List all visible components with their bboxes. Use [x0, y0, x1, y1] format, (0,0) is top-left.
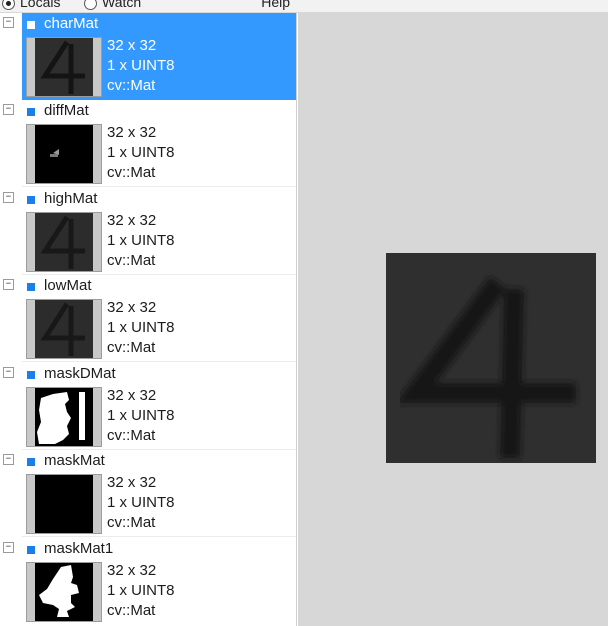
matrix-size: 32 x 32 [107, 474, 157, 491]
matrix-size: 32 x 32 [107, 212, 157, 229]
help-menu[interactable]: Help [261, 0, 290, 10]
image-thumbnail[interactable] [26, 37, 102, 97]
matrix-channels: 1 x UINT8 [107, 57, 175, 74]
image-thumbnail[interactable] [26, 474, 102, 534]
variable-name: charMat [44, 15, 99, 32]
matrix-channels: 1 x UINT8 [107, 494, 175, 511]
image-thumbnail[interactable] [26, 562, 102, 622]
image-thumbnail[interactable] [26, 124, 102, 184]
preview-image[interactable] [386, 253, 596, 463]
variables-list[interactable]: − charMat 32 x 32 1 x UINT8 cv::Mat − di… [0, 13, 297, 626]
variable-type-icon [27, 196, 35, 204]
variable-type-icon [27, 546, 35, 554]
variable-info: 32 x 32 1 x UINT8 cv::Mat [107, 386, 175, 446]
view-toolbar: Locals Watch Help [0, 0, 608, 13]
variable-name: maskMat1 [44, 540, 114, 557]
variable-type-icon [27, 283, 35, 291]
matrix-size: 32 x 32 [107, 124, 157, 141]
matrix-type: cv::Mat [107, 602, 156, 619]
list-item-maskmat1[interactable]: − maskMat1 32 x 32 1 x UINT8 cv::Mat [0, 538, 296, 625]
list-item-maskdmat[interactable]: − maskDMat 32 x 32 1 x UINT8 cv::Mat [0, 363, 296, 450]
matrix-channels: 1 x UINT8 [107, 144, 175, 161]
variable-info: 32 x 32 1 x UINT8 cv::Mat [107, 36, 175, 96]
variable-info: 32 x 32 1 x UINT8 cv::Mat [107, 298, 175, 358]
matrix-channels: 1 x UINT8 [107, 232, 175, 249]
matrix-type: cv::Mat [107, 164, 156, 181]
image-thumbnail[interactable] [26, 212, 102, 272]
matrix-type: cv::Mat [107, 339, 156, 356]
locals-radio[interactable]: Locals [2, 0, 60, 10]
collapse-icon[interactable]: − [3, 104, 14, 115]
variable-name: maskMat [44, 452, 105, 469]
radio-selected-icon [2, 0, 15, 10]
matrix-type: cv::Mat [107, 77, 156, 94]
variable-info: 32 x 32 1 x UINT8 cv::Mat [107, 123, 175, 183]
variable-info: 32 x 32 1 x UINT8 cv::Mat [107, 211, 175, 271]
matrix-size: 32 x 32 [107, 562, 157, 579]
matrix-channels: 1 x UINT8 [107, 319, 175, 336]
variable-type-icon [27, 21, 35, 29]
image-thumbnail[interactable] [26, 299, 102, 359]
image-preview-panel[interactable] [298, 13, 608, 626]
list-item-charmat[interactable]: − charMat 32 x 32 1 x UINT8 cv::Mat [0, 13, 296, 100]
matrix-size: 32 x 32 [107, 299, 157, 316]
list-item-lowmat[interactable]: − lowMat 32 x 32 1 x UINT8 cv::Mat [0, 275, 296, 362]
watch-radio[interactable]: Watch [84, 0, 141, 10]
matrix-size: 32 x 32 [107, 387, 157, 404]
radio-unselected-icon [84, 0, 97, 10]
variable-name: maskDMat [44, 365, 116, 382]
variable-type-icon [27, 458, 35, 466]
matrix-type: cv::Mat [107, 252, 156, 269]
collapse-icon[interactable]: − [3, 454, 14, 465]
matrix-type: cv::Mat [107, 427, 156, 444]
list-item-diffmat[interactable]: − diffMat 32 x 32 1 x UINT8 cv::Mat [0, 100, 296, 187]
list-item-highmat[interactable]: − highMat 32 x 32 1 x UINT8 cv::Mat [0, 188, 296, 275]
collapse-icon[interactable]: − [3, 542, 14, 553]
collapse-icon[interactable]: − [3, 367, 14, 378]
image-thumbnail[interactable] [26, 387, 102, 447]
variable-name: lowMat [44, 277, 92, 294]
watch-label: Watch [102, 0, 142, 10]
variable-name: highMat [44, 190, 98, 207]
variable-name: diffMat [44, 102, 89, 119]
locals-label: Locals [20, 0, 61, 10]
variable-type-icon [27, 371, 35, 379]
collapse-icon[interactable]: − [3, 192, 14, 203]
collapse-icon[interactable]: − [3, 17, 14, 28]
matrix-channels: 1 x UINT8 [107, 582, 175, 599]
collapse-icon[interactable]: − [3, 279, 14, 290]
variable-info: 32 x 32 1 x UINT8 cv::Mat [107, 561, 175, 621]
list-item-maskmat[interactable]: − maskMat 32 x 32 1 x UINT8 cv::Mat [0, 450, 296, 537]
matrix-type: cv::Mat [107, 514, 156, 531]
variable-type-icon [27, 108, 35, 116]
matrix-channels: 1 x UINT8 [107, 407, 175, 424]
matrix-size: 32 x 32 [107, 37, 157, 54]
variable-info: 32 x 32 1 x UINT8 cv::Mat [107, 473, 175, 533]
